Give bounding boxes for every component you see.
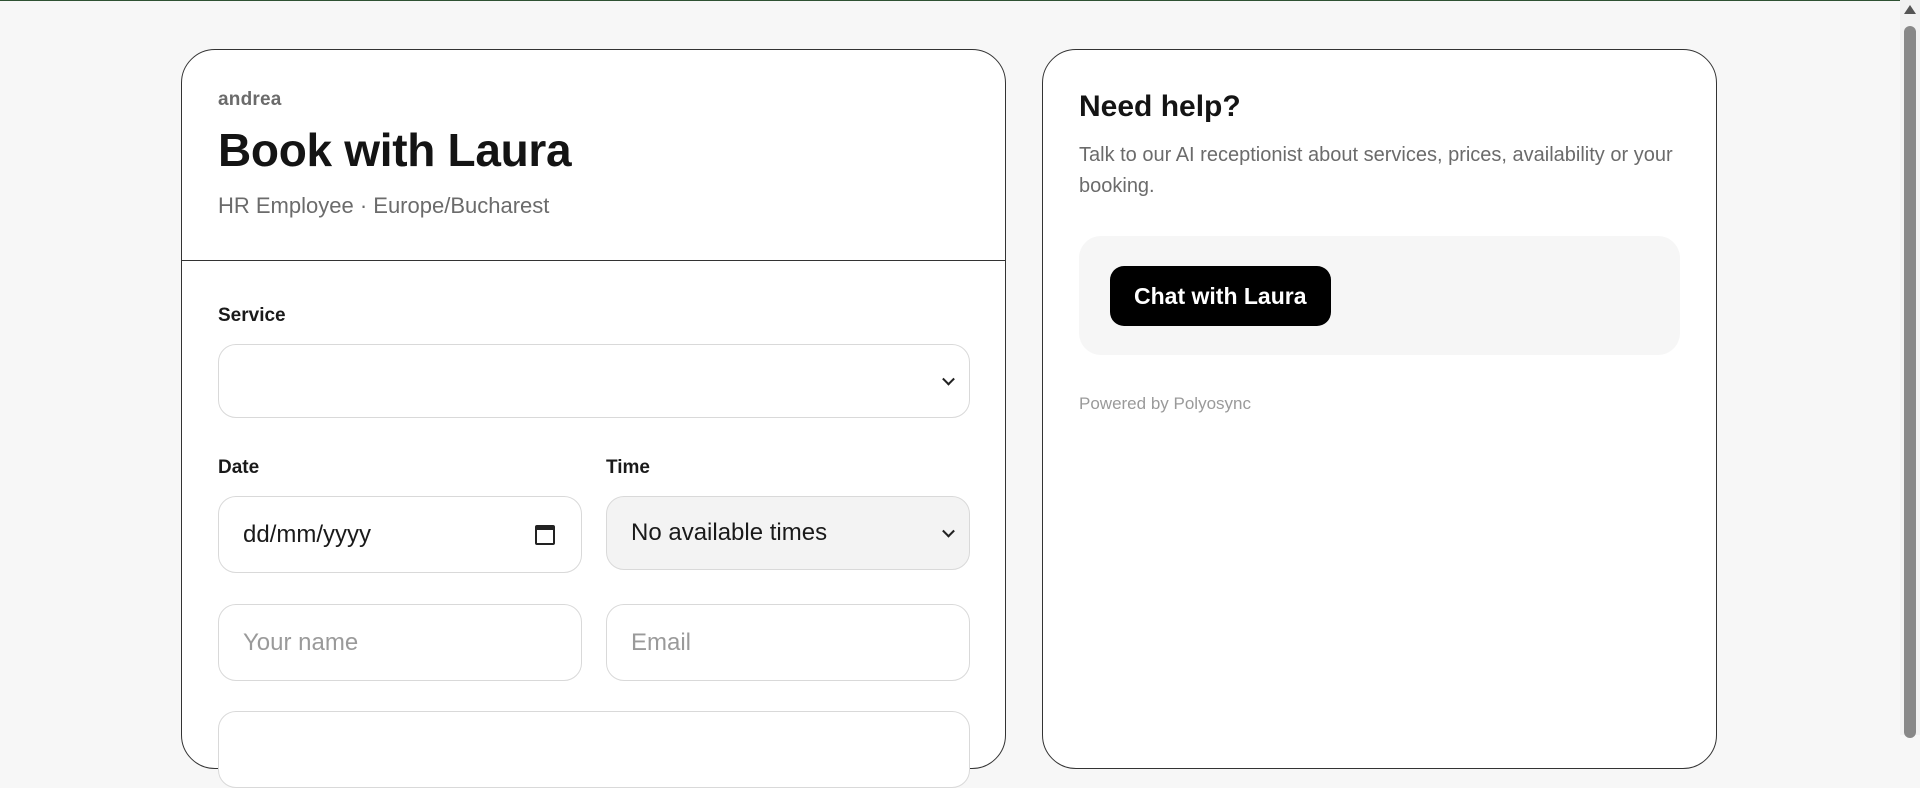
scroll-thumb[interactable] [1904,26,1916,738]
chat-panel: Chat with Laura [1079,236,1680,355]
help-card: Need help? Talk to our AI receptionist a… [1042,49,1717,769]
business-name: andrea [218,89,282,110]
calendar-icon[interactable] [535,524,555,545]
booking-card: andrea Book with Laura HR Employee · Eur… [181,49,1006,788]
service-select[interactable] [218,344,970,418]
email-input[interactable]: Email [606,604,970,681]
booking-subtitle: HR Employee · Europe/Bucharest [218,193,550,218]
help-description: Talk to our AI receptionist about servic… [1079,144,1673,197]
date-label: Date [218,457,260,478]
page-title: Book with Laura [218,124,572,176]
time-label: Time [606,457,651,478]
date-placeholder: dd/mm/yyyy [243,520,372,548]
help-title: Need help? [1079,90,1241,123]
time-value: No available times [631,519,828,546]
booking-header: andrea Book with Laura HR Employee · Eur… [182,50,1005,261]
chat-button[interactable]: Chat with Laura [1110,266,1331,326]
powered-by: Powered by Polyosync [1079,394,1251,413]
next-field[interactable] [218,711,970,788]
email-placeholder: Email [631,628,692,656]
chevron-down-icon [942,372,955,386]
name-input[interactable]: Your name [218,604,582,681]
name-placeholder: Your name [243,628,359,656]
date-input[interactable]: dd/mm/yyyy [218,496,582,573]
chevron-down-icon [942,524,955,538]
top-border [0,0,1920,1]
time-select[interactable]: No available times [606,496,970,570]
scroll-up-arrow-icon[interactable] [1904,5,1916,14]
scrollbar[interactable] [1900,0,1920,738]
service-label: Service [218,305,286,326]
